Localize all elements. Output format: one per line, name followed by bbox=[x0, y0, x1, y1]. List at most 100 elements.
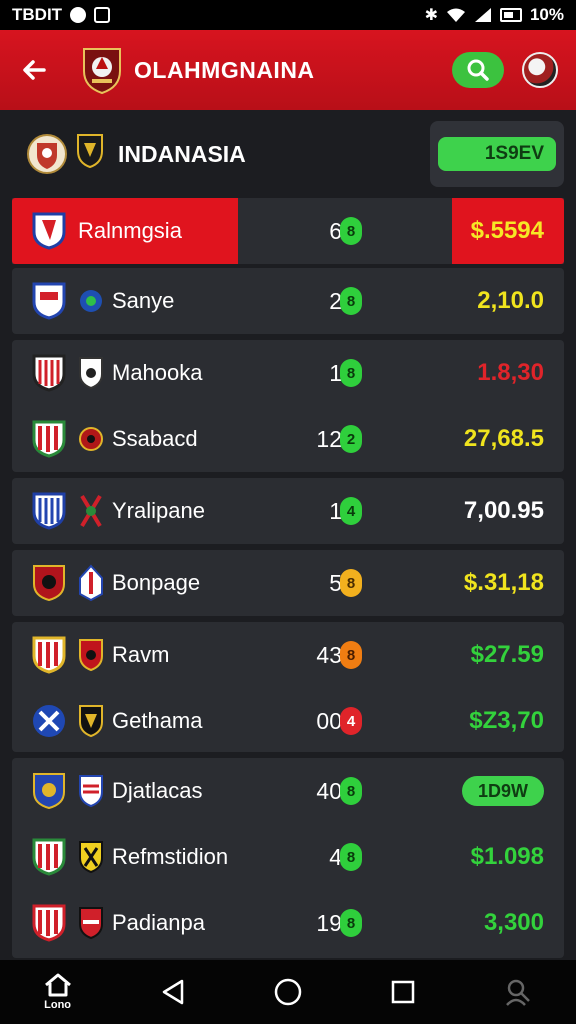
battery-icon bbox=[499, 8, 522, 22]
team-badge: 4 bbox=[340, 707, 362, 735]
avatar[interactable] bbox=[522, 52, 558, 88]
table-row[interactable]: Djatlacas 40 8 1D9W bbox=[12, 758, 564, 824]
team-crest-icon bbox=[32, 420, 66, 458]
team-name: Mahooka bbox=[112, 360, 203, 385]
team-games: 00 bbox=[316, 707, 342, 734]
nav-back[interactable] bbox=[143, 964, 203, 1020]
table-row[interactable]: Ralnmgsia 6 8 $.5594 bbox=[12, 198, 564, 264]
standings-group: Djatlacas 40 8 1D9W Refmstidion 4 8 $1.0… bbox=[12, 758, 564, 958]
app-title: OLAHMGNAINA bbox=[134, 56, 315, 83]
team-badge: 8 bbox=[340, 909, 362, 937]
back-triangle-icon bbox=[162, 979, 184, 1005]
signal-icon bbox=[474, 8, 491, 22]
team-name: Yralipane bbox=[112, 498, 205, 523]
team-price: $1.098 bbox=[470, 843, 544, 870]
notification-icon bbox=[70, 7, 87, 23]
team-crest-icon bbox=[32, 838, 66, 876]
standings-group: Ralnmgsia 6 8 $.5594 bbox=[12, 198, 564, 264]
team-price: $Z3,70 bbox=[469, 707, 544, 734]
table-row[interactable]: Refmstidion 4 8 $1.098 bbox=[12, 824, 564, 890]
team-name: Gethama bbox=[112, 708, 203, 733]
team-games: 19 bbox=[316, 909, 342, 936]
team-crest-icon bbox=[79, 357, 103, 390]
team-crest-icon bbox=[32, 282, 66, 320]
team-name: Ravm bbox=[112, 642, 170, 667]
system-nav-bar: Lono bbox=[0, 960, 576, 1024]
search-icon bbox=[467, 59, 489, 81]
table-row[interactable]: Ravm 43 8 $27.59 bbox=[12, 622, 564, 688]
team-crest-icon bbox=[32, 354, 66, 392]
league-name: INDANASIA bbox=[118, 140, 246, 167]
standings-group: Bonpage 5 8 $.31,18 bbox=[12, 550, 564, 616]
team-crest-icon bbox=[79, 427, 103, 451]
team-crest-icon bbox=[79, 705, 103, 738]
table-row[interactable]: Sanye 2 8 2,10.0 bbox=[12, 268, 564, 334]
standings-group: Sanye 2 8 2,10.0 bbox=[12, 268, 564, 334]
back-button[interactable] bbox=[10, 46, 58, 94]
team-price: $.31,18 bbox=[463, 569, 544, 596]
team-price: $27.59 bbox=[470, 641, 544, 668]
team-badge: 8 bbox=[340, 359, 362, 387]
table-row[interactable]: Padianpa 19 8 3,300 bbox=[12, 890, 564, 956]
nav-home-label: Lono bbox=[44, 999, 72, 1011]
nav-search[interactable] bbox=[488, 964, 548, 1020]
team-crest-icon bbox=[80, 494, 102, 528]
team-games: 12 bbox=[316, 425, 342, 452]
team-price: 3,300 bbox=[483, 909, 544, 936]
team-crest-icon bbox=[32, 636, 66, 674]
team-crest-icon bbox=[33, 565, 65, 602]
team-badge: 2 bbox=[340, 425, 362, 453]
league-action-button[interactable]: 1S9EV bbox=[438, 137, 556, 171]
search-person-icon bbox=[506, 979, 531, 1006]
home-icon bbox=[44, 973, 71, 997]
team-badge: 8 bbox=[340, 641, 362, 669]
wifi-icon bbox=[446, 8, 465, 22]
table-row[interactable]: Bonpage 5 8 $.31,18 bbox=[12, 550, 564, 616]
app-bar: OLAHMGNAINA bbox=[0, 30, 576, 110]
nav-home[interactable]: Lono bbox=[28, 964, 88, 1020]
team-crest-icon bbox=[79, 639, 103, 672]
league-header: INDANASIA 1S9EV bbox=[12, 120, 564, 188]
bluetooth-icon: ✱ bbox=[424, 7, 438, 24]
gallery-icon bbox=[94, 7, 111, 23]
table-row[interactable]: Mahooka 1 8 1.8,30 bbox=[12, 340, 564, 406]
league-crest-icon bbox=[27, 134, 67, 174]
table-row[interactable]: Yralipane 1 4 7,00.95 bbox=[12, 478, 564, 544]
standings-group: Mahooka 1 8 1.8,30 Ssabacd 12 2 27,68.5 bbox=[12, 340, 564, 472]
team-price: 1.8,30 bbox=[477, 359, 544, 386]
nav-home-circle[interactable] bbox=[258, 964, 318, 1020]
team-crest-icon bbox=[32, 492, 66, 530]
team-price: 2,10.0 bbox=[477, 287, 544, 314]
status-bar: TBDIT ✱ 10% bbox=[0, 0, 576, 30]
team-badge: 8 bbox=[340, 843, 362, 871]
home-circle-icon bbox=[274, 978, 302, 1006]
team-name: Padianpa bbox=[112, 910, 205, 935]
team-crest-icon bbox=[79, 907, 103, 940]
team-badge: 8 bbox=[340, 569, 362, 597]
standings-group: Yralipane 1 4 7,00.95 bbox=[12, 478, 564, 544]
team-crest-icon bbox=[33, 705, 65, 737]
team-price-button[interactable]: 1D9W bbox=[462, 776, 544, 806]
team-games: 43 bbox=[316, 641, 342, 668]
recents-square-icon bbox=[391, 980, 415, 1004]
app-crest-logo bbox=[83, 48, 121, 95]
table-row[interactable]: Gethama 00 4 $Z3,70 bbox=[12, 688, 564, 754]
team-name: Ssabacd bbox=[112, 426, 198, 451]
team-price: $.5594 bbox=[470, 217, 544, 244]
team-crest-icon bbox=[32, 904, 66, 942]
team-crest-icon bbox=[33, 773, 65, 810]
search-button[interactable] bbox=[452, 52, 504, 88]
team-crest-icon bbox=[80, 290, 102, 312]
nav-recents[interactable] bbox=[373, 964, 433, 1020]
team-price: 7,00.95 bbox=[463, 497, 544, 524]
standings-group: Ravm 43 8 $27.59 Gethama 00 4 $Z3,70 bbox=[12, 622, 564, 752]
team-crest-icon bbox=[79, 775, 103, 808]
team-name: Ralnmgsia bbox=[78, 218, 182, 243]
league-action-box: 1S9EV bbox=[430, 121, 564, 187]
league-shield-icon bbox=[77, 134, 103, 169]
arrow-left-icon bbox=[23, 60, 46, 80]
team-badge: 8 bbox=[340, 777, 362, 805]
table-row[interactable]: Ssabacd 12 2 27,68.5 bbox=[12, 406, 564, 472]
team-games: 40 bbox=[316, 777, 342, 804]
battery-percent: 10% bbox=[529, 5, 564, 24]
